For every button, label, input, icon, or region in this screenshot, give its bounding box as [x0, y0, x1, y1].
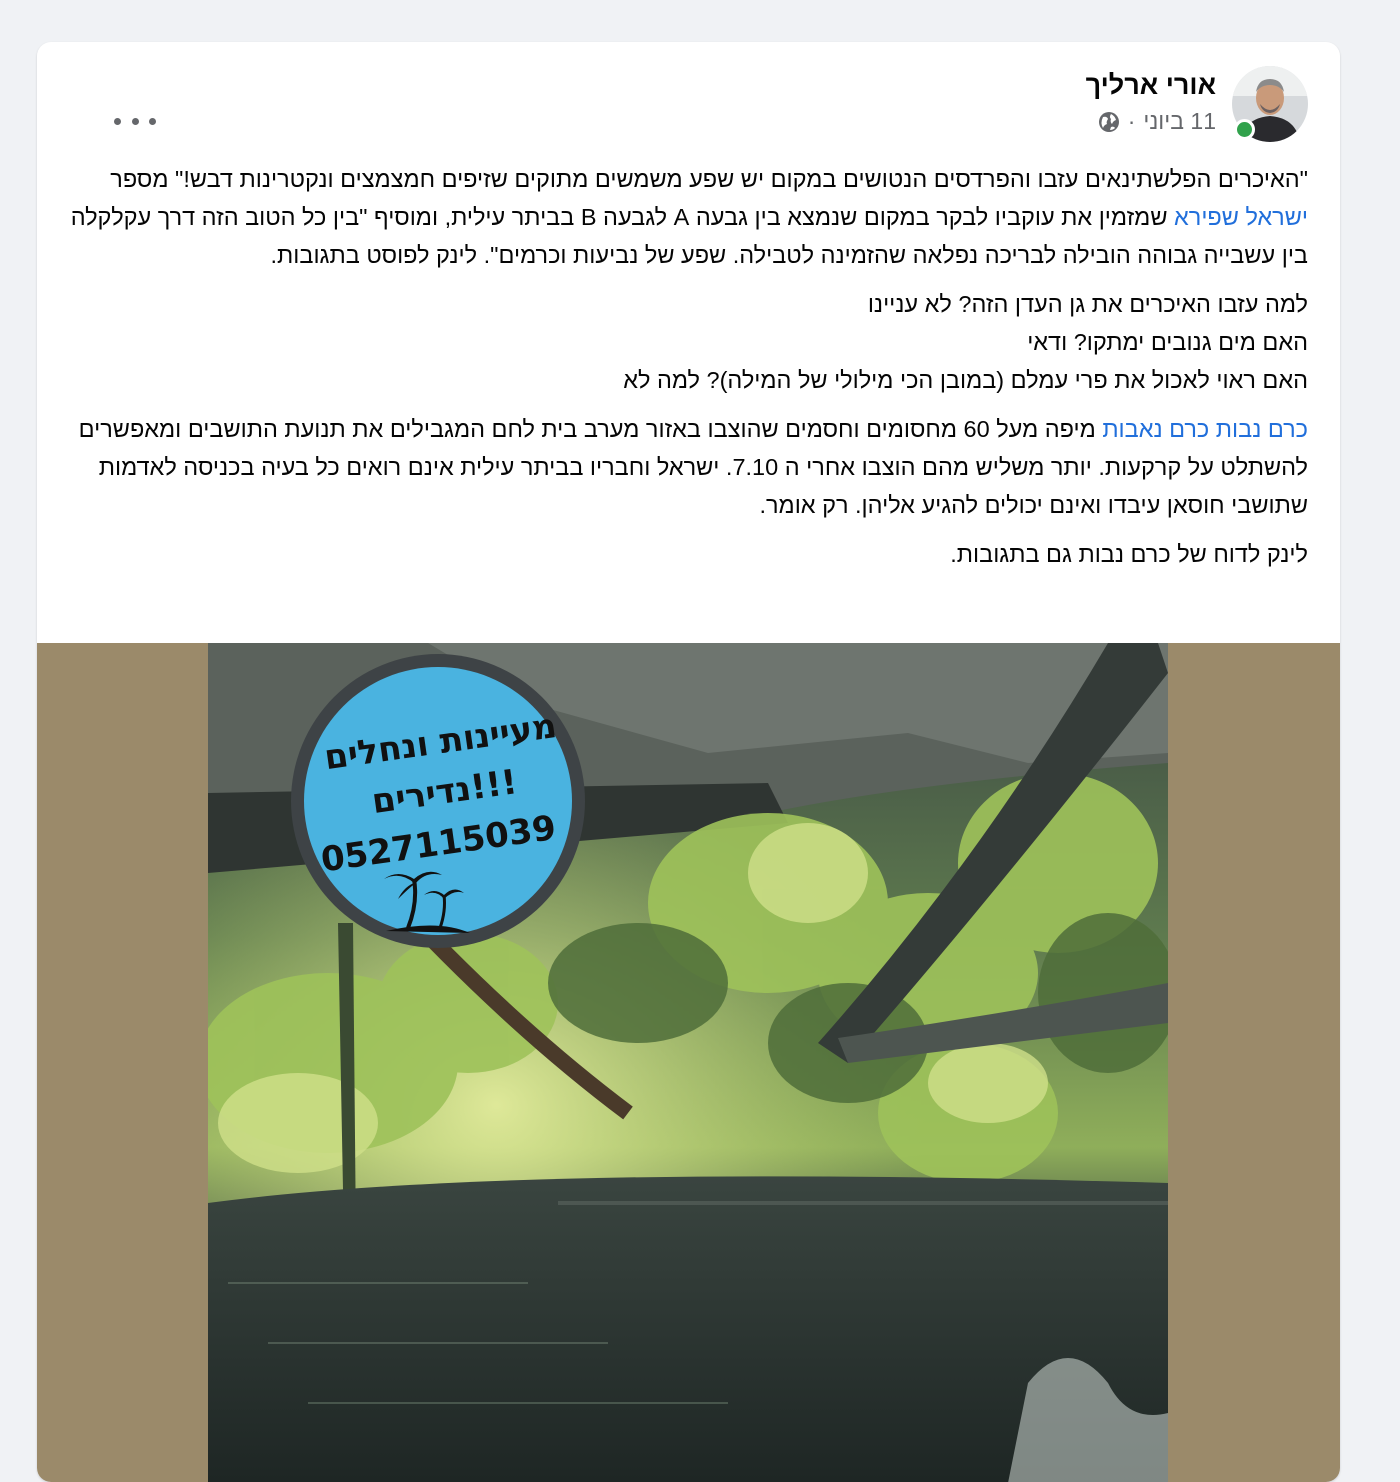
- paragraph-1-text-a: "האיכרים הפלשתינאים עזבו והפרדסים הנטושי…: [110, 166, 1308, 192]
- post-header: אורי ארליך 11 ביוני ·: [70, 66, 1310, 146]
- more-options-button[interactable]: [114, 106, 156, 136]
- paragraph-1-text-b: שמזמין את עוקביו לבקר במקום שנמצא בין גב…: [70, 204, 1308, 268]
- post-paragraph-2: למה עזבו האיכרים את גן העדן הזה? לא עניי…: [63, 285, 1308, 399]
- globe-icon: [1098, 111, 1120, 133]
- author-name[interactable]: אורי ארליך: [1086, 70, 1216, 101]
- avatar[interactable]: [1232, 66, 1308, 142]
- post-paragraph-3: כרם נבות כרם נאבות מיפה מעל 60 מחסומים ו…: [63, 410, 1308, 524]
- post-card: אורי ארליך 11 ביוני · "האיכרים הפלשתינאי…: [37, 42, 1340, 1482]
- paragraph-2-line-2: האם מים גנובים ימתקו? ודאי: [1027, 329, 1308, 355]
- mention-link-kerem-navot[interactable]: כרם נבות כרם נאבות: [1102, 416, 1308, 442]
- post-paragraph-1: "האיכרים הפלשתינאים עזבו והפרדסים הנטושי…: [63, 160, 1308, 274]
- paragraph-2-line-1: למה עזבו האיכרים את גן העדן הזה? לא עניי…: [867, 291, 1308, 317]
- post-date[interactable]: 11 ביוני: [1143, 108, 1216, 135]
- meta-separator: ·: [1127, 108, 1136, 134]
- post-video-thumbnail[interactable]: מעיינות ונחלים נדירים!!! 0527115039: [208, 643, 1168, 1482]
- online-status-dot: [1234, 119, 1255, 140]
- post-body: "האיכרים הפלשתינאים עזבו והפרדסים הנטושי…: [63, 160, 1308, 584]
- mention-link-israel-shapira[interactable]: ישראל שפירא: [1174, 204, 1308, 230]
- post-media[interactable]: מעיינות ונחלים נדירים!!! 0527115039: [37, 643, 1340, 1482]
- promo-badge: מעיינות ונחלים נדירים!!! 0527115039: [291, 654, 585, 948]
- post-paragraph-4: לינק לדוח של כרם נבות גם בתגובות.: [950, 541, 1308, 567]
- more-icon-dot: [114, 117, 121, 125]
- post-meta: 11 ביוני ·: [1098, 108, 1216, 135]
- more-icon-dot: [149, 117, 156, 125]
- paragraph-2-line-3: האם ראוי לאכול את פרי עמלם (במובן הכי מי…: [623, 367, 1308, 393]
- more-icon-dot: [131, 117, 139, 125]
